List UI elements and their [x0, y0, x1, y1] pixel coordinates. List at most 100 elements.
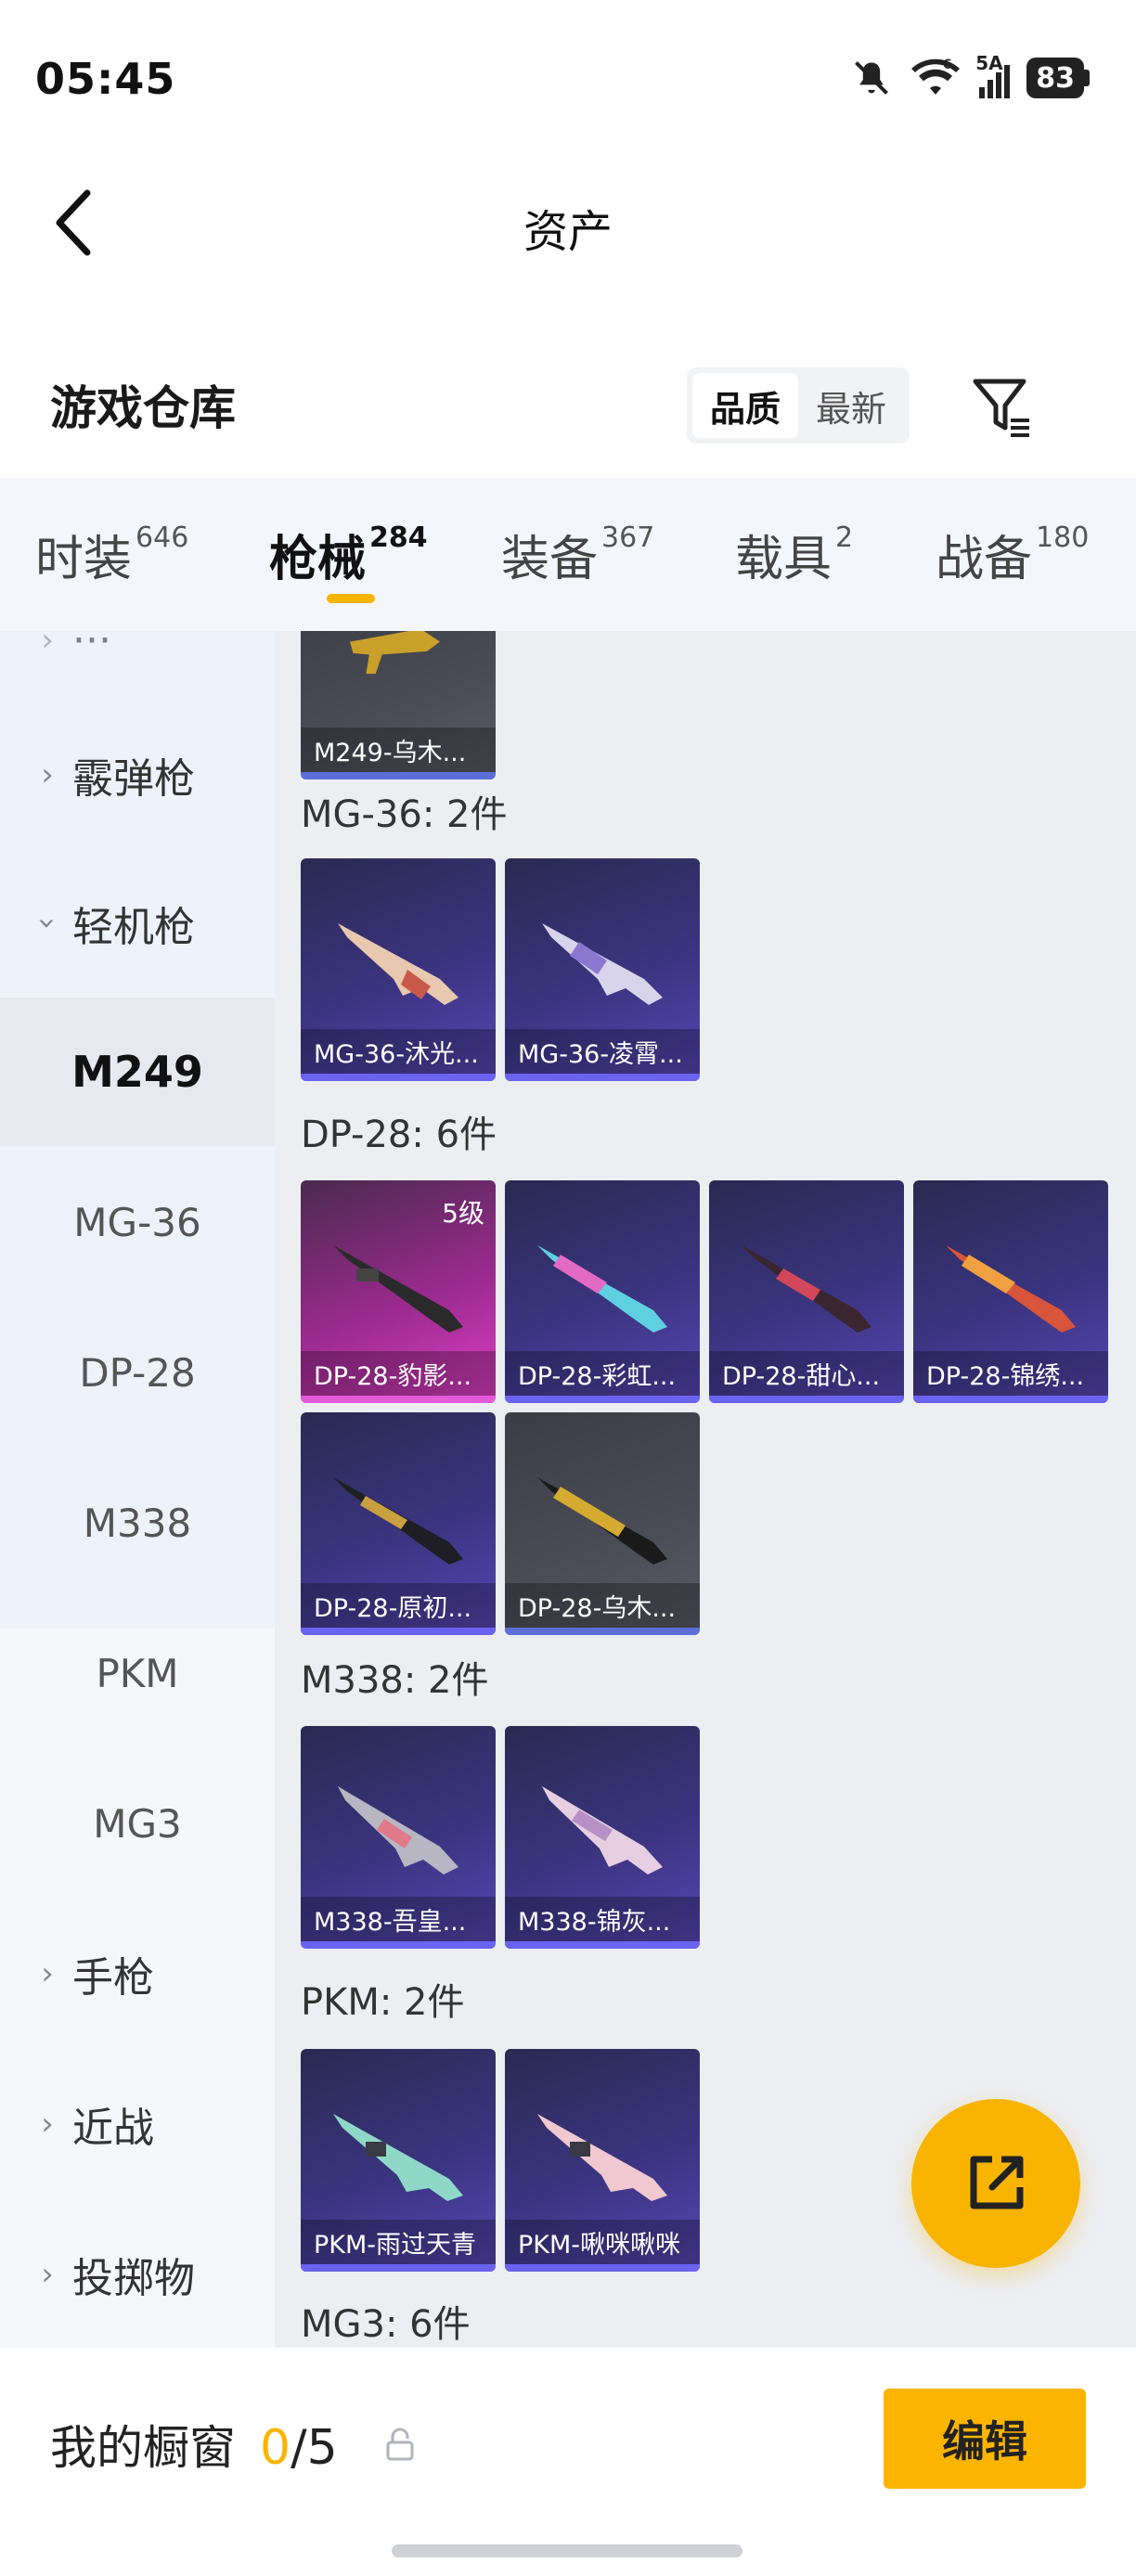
sort-toggle: 品质 最新	[687, 367, 910, 444]
sidebar-sub-dp28[interactable]: DP-28	[0, 1298, 275, 1447]
weapon-card-m249[interactable]: M249-乌木...	[301, 631, 496, 779]
weapon-card[interactable]: DP-28-原初...	[301, 1412, 496, 1635]
chevron-right-icon: ›	[41, 1955, 54, 1992]
home-indicator	[392, 2544, 742, 2557]
lock-icon	[386, 2428, 414, 2461]
share-fab[interactable]	[911, 2099, 1080, 2268]
chevron-right-icon: ›	[41, 631, 54, 659]
weapon-name: MG-36-凌霄...	[505, 1029, 700, 1074]
mute-bell-icon	[855, 61, 889, 95]
gun-icon	[946, 1245, 1076, 1333]
sidebar-item-pistol[interactable]: › 手枪	[0, 1900, 275, 2048]
showcase-used: 0	[260, 2420, 291, 2476]
sidebar-item-lmg[interactable]: › 轻机枪	[0, 849, 275, 998]
battery-level: 83	[1026, 58, 1084, 98]
sidebar-sub-pkm[interactable]: PKM	[0, 1599, 275, 1747]
weapon-card[interactable]: PKM-雨过天青	[301, 2049, 496, 2272]
weapon-card[interactable]: MG-36-沐光...	[301, 858, 496, 1081]
sidebar-sub-m249[interactable]: M249	[0, 998, 275, 1146]
gun-icon	[333, 2114, 463, 2201]
wifi-icon: 6	[911, 58, 961, 95]
tab-fashion[interactable]: 时装 646	[35, 520, 188, 589]
tab-label: 载具	[735, 532, 833, 587]
showcase-bar: 我的橱窗 0/5 编辑	[0, 2348, 1136, 2576]
weapon-grid: M249-乌木... MG-36: 2件 MG-36-沐光... MG-36-凌…	[275, 631, 1136, 2348]
weapon-name: DP-28-豹影...	[301, 1351, 496, 1396]
sidebar-item-label: 轻机枪	[72, 904, 195, 951]
weapon-card[interactable]: DP-28-甜心...	[709, 1180, 904, 1403]
tab-guns[interactable]: 枪械 284	[269, 520, 428, 589]
sidebar-item-partial[interactable]: › ···	[0, 631, 275, 668]
sidebar-sub-mg36[interactable]: MG-36	[0, 1148, 275, 1296]
weapon-name: DP-28-原初...	[301, 1583, 496, 1628]
external-link-icon	[970, 2156, 1024, 2209]
section-label-m338: M338: 2件	[301, 1659, 489, 1702]
sort-quality[interactable]: 品质	[692, 373, 798, 438]
section-label-mg36: MG-36: 2件	[301, 793, 508, 836]
weapon-card[interactable]: M338-吾皇...	[301, 1726, 496, 1949]
status-bar: 05:45 6 5A 83	[0, 0, 1136, 148]
section-label-pkm: PKM: 2件	[301, 1981, 465, 2024]
weapon-name: DP-28-彩虹...	[505, 1351, 700, 1396]
tab-count: 2	[835, 522, 854, 554]
sidebar-item-throwable[interactable]: › 投掷物	[0, 2200, 275, 2348]
status-time: 05:45	[35, 54, 176, 104]
weapon-card[interactable]: 5级 DP-28-豹影...	[301, 1180, 496, 1403]
chevron-right-icon: ›	[41, 756, 54, 793]
sidebar-item-shotgun[interactable]: › 霰弹枪	[0, 701, 275, 849]
gun-icon	[338, 1786, 458, 1874]
nav-header: 资产	[0, 148, 1136, 297]
battery-icon: 83	[1026, 58, 1090, 98]
gun-icon	[333, 1245, 463, 1333]
sidebar-item-melee[interactable]: › 近战	[0, 2050, 275, 2198]
tab-label: 装备	[501, 532, 599, 587]
tab-label: 时装	[35, 532, 133, 587]
gun-icon	[537, 1245, 667, 1333]
tab-count: 367	[601, 522, 655, 554]
weapon-name: M249-乌木...	[301, 728, 496, 772]
weapon-name: M338-吾皇...	[301, 1897, 496, 1941]
tab-label: 战备	[936, 532, 1033, 587]
weapon-name: DP-28-锦绣...	[913, 1351, 1108, 1396]
tab-label: 枪械	[269, 532, 367, 587]
filter-button[interactable]	[965, 369, 1039, 444]
showcase-count: 0/5	[260, 2420, 338, 2476]
network-type: 5A	[975, 52, 1003, 74]
tab-supplies[interactable]: 战备 180	[936, 520, 1089, 589]
warehouse-bar: 游戏仓库 品质 最新	[0, 343, 1136, 464]
section-label-mg3: MG3: 6件	[301, 2303, 471, 2346]
tab-count: 646	[136, 522, 189, 554]
sidebar-item-label: 近战	[72, 2105, 154, 2152]
weapon-name: MG-36-沐光...	[301, 1029, 496, 1074]
tab-count: 180	[1036, 522, 1090, 554]
tab-equipment[interactable]: 装备 367	[501, 520, 654, 589]
warehouse-title: 游戏仓库	[50, 381, 236, 435]
weapon-name: PKM-雨过天青	[301, 2220, 496, 2264]
tab-vehicles[interactable]: 载具 2	[735, 520, 853, 589]
weapon-name: DP-28-甜心...	[709, 1351, 904, 1396]
weapon-name: PKM-啾咪啾咪	[505, 2220, 700, 2264]
weapon-card[interactable]: M338-锦灰...	[505, 1726, 700, 1949]
weapon-card[interactable]: MG-36-凌霄...	[505, 858, 700, 1081]
tab-count: 284	[369, 522, 428, 554]
edit-button[interactable]: 编辑	[884, 2389, 1086, 2489]
sidebar-sub-mg3[interactable]: MG3	[0, 1749, 275, 1898]
page-title: 资产	[523, 206, 613, 258]
sidebar-item-label: 霰弹枪	[72, 755, 195, 803]
section-label-dp28: DP-28: 6件	[301, 1114, 497, 1156]
weapon-card[interactable]: PKM-啾咪啾咪	[505, 2049, 700, 2272]
gun-icon	[542, 923, 663, 1005]
showcase-info: 我的橱窗 0/5	[50, 2411, 338, 2478]
sidebar-item-label: 手枪	[72, 1954, 154, 2002]
weapon-card[interactable]: DP-28-锦绣...	[913, 1180, 1108, 1403]
chevron-right-icon: ›	[41, 2256, 54, 2293]
gun-icon	[350, 631, 440, 675]
svg-text:6: 6	[943, 58, 952, 72]
weapon-card[interactable]: DP-28-乌木...	[505, 1412, 700, 1635]
sidebar-sub-m338[interactable]: M338	[0, 1449, 275, 1597]
gun-icon	[542, 1786, 663, 1874]
sort-newest[interactable]: 最新	[798, 373, 904, 438]
gun-icon	[338, 923, 458, 1005]
weapon-card[interactable]: DP-28-彩虹...	[505, 1180, 700, 1403]
gun-icon	[333, 1477, 463, 1565]
